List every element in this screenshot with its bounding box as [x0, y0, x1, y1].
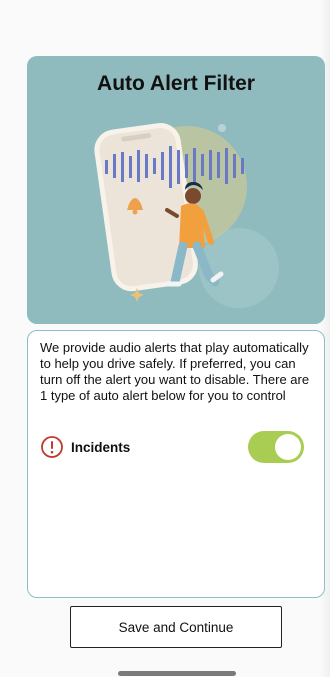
home-indicator [118, 671, 236, 676]
alert-settings-card: We provide audio alerts that play automa… [27, 330, 325, 598]
screen: Auto Alert Filter We provide audio alert… [0, 0, 330, 677]
page-title: Auto Alert Filter [97, 72, 255, 95]
incidents-toggle[interactable] [248, 431, 304, 463]
alert-label-incidents: Incidents [71, 439, 131, 455]
alerts-description: We provide audio alerts that play automa… [40, 340, 310, 403]
driver-illustration [94, 123, 279, 308]
alert-row-incidents: Incidents [40, 431, 304, 463]
warning-circle-icon [41, 436, 63, 458]
save-and-continue-button[interactable]: Save and Continue [70, 606, 282, 648]
hero-panel: Auto Alert Filter [27, 56, 325, 324]
toggle-knob [275, 434, 301, 460]
